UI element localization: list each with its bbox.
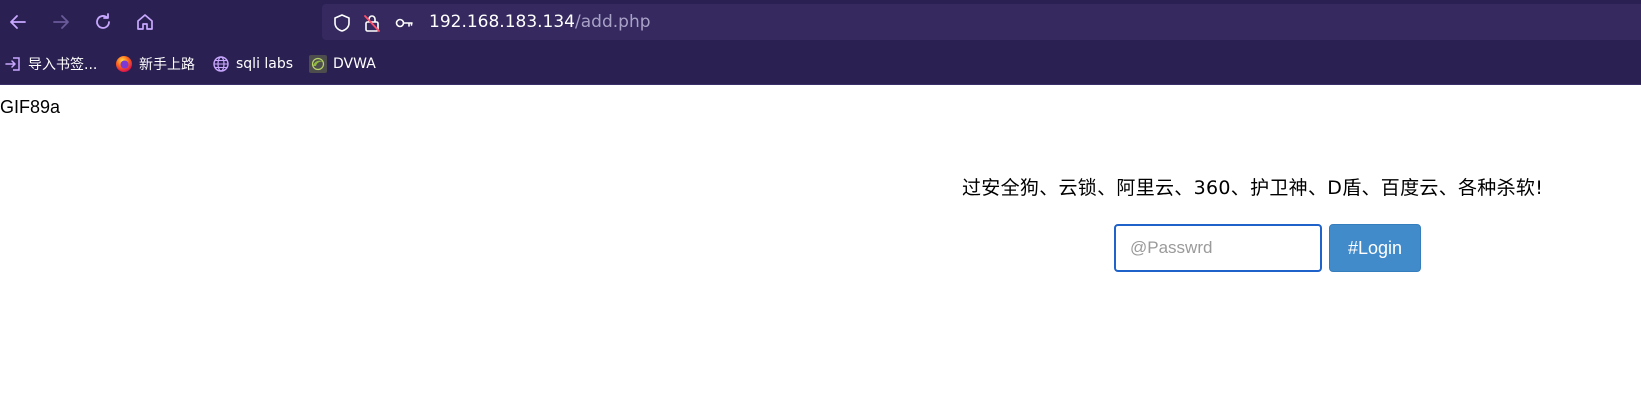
slogan-text: 过安全狗、云锁、阿里云、360、护卫神、D盾、百度云、各种杀软! xyxy=(962,177,1544,199)
globe-icon xyxy=(212,55,230,73)
bookmark-getting-started[interactable]: 新手上路 xyxy=(115,54,195,74)
bookmark-sqli-labs[interactable]: sqli labs xyxy=(212,54,293,74)
url-host: 192.168.183.134 xyxy=(429,12,576,32)
bookmarks-bar: 导入书签... 新手上路 sqli labs DVWA xyxy=(0,44,1641,85)
bookmark-label: 导入书签... xyxy=(28,57,98,73)
forward-button[interactable] xyxy=(48,9,74,35)
home-button[interactable] xyxy=(132,9,158,35)
bookmark-import[interactable]: 导入书签... xyxy=(4,54,97,74)
password-input[interactable] xyxy=(1114,224,1322,272)
bookmark-label: sqli labs xyxy=(236,56,294,72)
firefox-icon xyxy=(115,55,133,73)
shield-icon[interactable] xyxy=(332,13,352,33)
login-button[interactable]: #Login xyxy=(1329,224,1421,272)
gif-header-text: GIF89a xyxy=(0,97,61,117)
key-icon[interactable] xyxy=(394,13,414,33)
bookmark-label: DVWA xyxy=(333,56,376,72)
url-bar[interactable]: 192.168.183.134/add.php xyxy=(322,4,1641,40)
page-content: GIF89a 过安全狗、云锁、阿里云、360、护卫神、D盾、百度云、各种杀软! … xyxy=(0,85,1641,418)
dvwa-icon xyxy=(309,55,327,73)
url-text[interactable]: 192.168.183.134/add.php xyxy=(429,12,651,32)
back-icon xyxy=(10,15,26,29)
back-button[interactable] xyxy=(5,9,31,35)
browser-toolbar: 192.168.183.134/add.php xyxy=(0,0,1641,44)
bookmark-label: 新手上路 xyxy=(139,57,195,73)
lock-off-icon[interactable] xyxy=(362,13,382,33)
import-icon xyxy=(4,55,22,73)
forward-icon xyxy=(53,15,69,29)
reload-icon xyxy=(96,13,110,29)
url-path: /add.php xyxy=(575,12,651,32)
home-icon xyxy=(137,14,153,30)
bookmark-dvwa[interactable]: DVWA xyxy=(309,54,376,74)
reload-button[interactable] xyxy=(90,9,116,35)
